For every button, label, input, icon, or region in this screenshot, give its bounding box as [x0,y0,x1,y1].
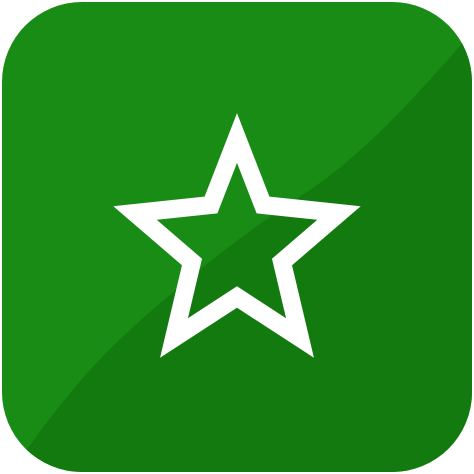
app-icon-tile[interactable] [0,0,474,474]
app-icon-graphic [2,2,472,472]
